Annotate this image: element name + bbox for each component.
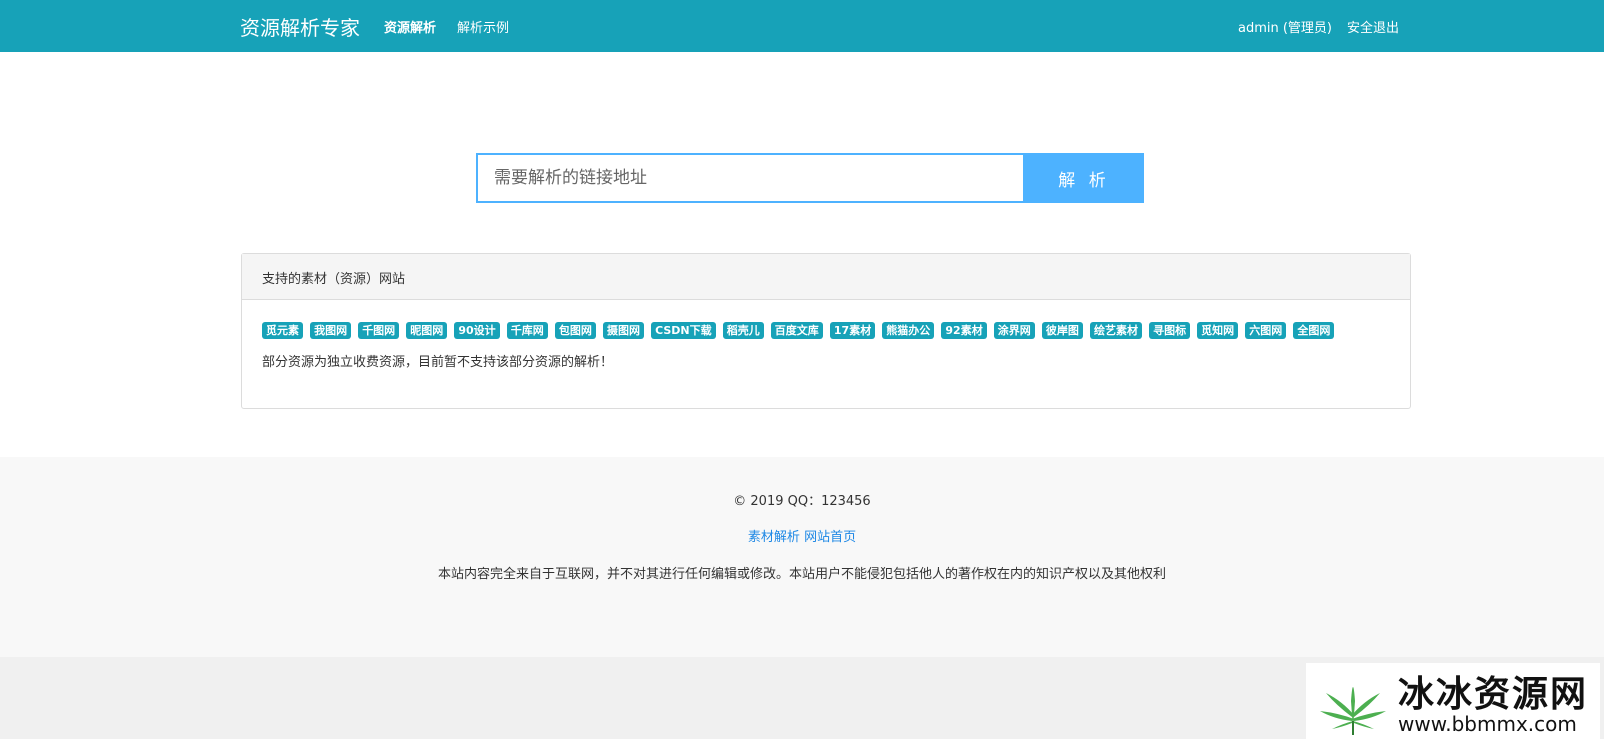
logout-link[interactable]: 安全退出 [1347, 17, 1399, 36]
site-tag[interactable]: 觅元素 [262, 322, 303, 339]
site-tag[interactable]: 绘艺素材 [1089, 322, 1142, 339]
main-content: 解 析 支持的素材（资源）网站 觅元素 我图网 千图网 昵图网 90设计 千库网… [0, 52, 1604, 457]
watermark-text: 冰冰资源网 [1398, 673, 1589, 715]
brand-title[interactable]: 资源解析专家 [240, 12, 360, 41]
panel-title: 支持的素材（资源）网站 [242, 254, 1410, 300]
search-bar: 解 析 [476, 153, 1144, 203]
site-tag[interactable]: 全图网 [1293, 322, 1335, 339]
site-watermark: 冰冰资源网 www.bbmmx.com [1306, 663, 1600, 739]
parse-button[interactable]: 解 析 [1024, 153, 1144, 203]
top-navbar: 资源解析专家 资源解析 解析示例 admin (管理员) 安全退出 [0, 0, 1604, 52]
disclaimer-text: 本站内容完全来自于互联网，并不对其进行任何编辑或修改。本站用户不能侵犯包括他人的… [437, 567, 1166, 582]
site-tag[interactable]: 稻壳儿 [722, 322, 764, 339]
site-tag[interactable]: 92素材 [941, 322, 987, 339]
footer-links: 素材解析 网站首页 [0, 526, 1604, 545]
site-tag[interactable]: 千库网 [506, 322, 548, 339]
site-tag[interactable]: 昵图网 [406, 322, 448, 339]
page-footer: © 2019 QQ：123456 素材解析 网站首页 本站内容完全来自于互联网，… [0, 457, 1604, 657]
site-tag[interactable]: 我图网 [310, 322, 352, 339]
copyright-text: © 2019 QQ：123456 [733, 494, 871, 509]
site-tag[interactable]: 百度文库 [770, 322, 823, 339]
site-tag[interactable]: 彼岸图 [1041, 322, 1083, 339]
site-tag[interactable]: 六图网 [1245, 322, 1287, 339]
site-tag[interactable]: 包图网 [554, 322, 596, 339]
site-tag[interactable]: 千图网 [358, 322, 400, 339]
url-input[interactable] [476, 153, 1025, 203]
site-tag[interactable]: CSDN下载 [651, 322, 716, 339]
supported-sites-panel: 支持的素材（资源）网站 觅元素 我图网 千图网 昵图网 90设计 千库网 包图网… [241, 253, 1411, 409]
unsupported-notice: 部分资源为独立收费资源，目前暂不支持该部分资源的解析！ [262, 355, 614, 370]
cannabis-leaf-icon [1320, 687, 1386, 735]
site-tag-list: 觅元素 我图网 千图网 昵图网 90设计 千库网 包图网 摄图网 CSDN下载 … [262, 322, 1336, 340]
site-tag[interactable]: 90设计 [454, 322, 500, 339]
watermark-url: www.bbmmx.com [1398, 712, 1577, 736]
footer-link-parse[interactable]: 素材解析 [748, 530, 800, 545]
site-tag[interactable]: 觅知网 [1197, 322, 1239, 339]
site-tag[interactable]: 摄图网 [602, 322, 644, 339]
site-tag[interactable]: 寻图标 [1149, 322, 1191, 339]
nav-link-resource-parse[interactable]: 资源解析 [384, 17, 436, 36]
nav-link-parse-examples[interactable]: 解析示例 [457, 17, 509, 36]
footer-link-home[interactable]: 网站首页 [804, 530, 856, 545]
site-tag[interactable]: 熊猫办公 [882, 322, 935, 339]
site-tag[interactable]: 17素材 [829, 322, 876, 339]
site-tag[interactable]: 涂界网 [993, 322, 1035, 339]
user-account-link[interactable]: admin (管理员) [1238, 17, 1332, 36]
